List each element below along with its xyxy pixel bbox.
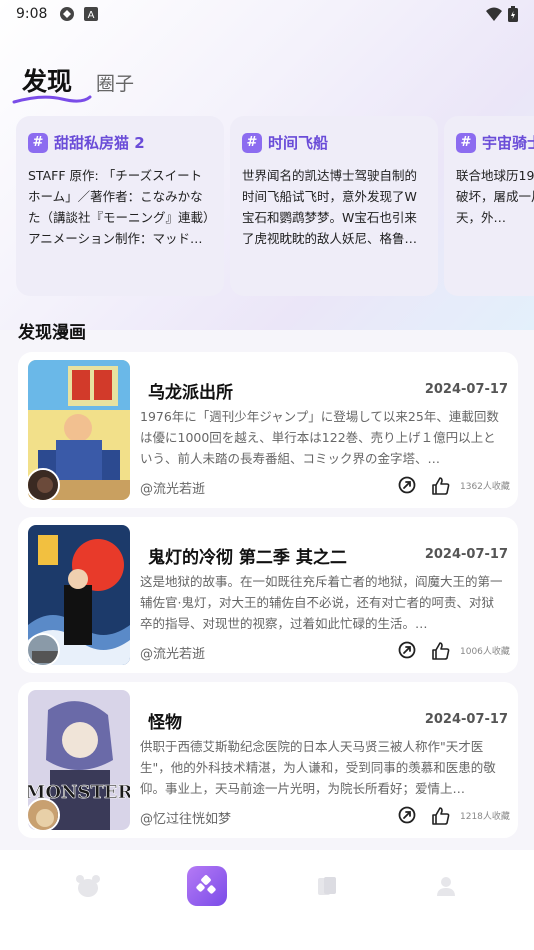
thumbs-up-icon[interactable] <box>431 806 451 826</box>
profile-icon <box>437 877 456 896</box>
share-icon[interactable] <box>398 476 416 494</box>
favorite-count: 1006人收藏 <box>460 647 510 657</box>
tab-active-underline <box>12 95 92 104</box>
nav-profile[interactable] <box>426 866 466 906</box>
comic-date: 2024-07-17 <box>424 382 508 397</box>
topic-title-text: 宇宙骑士 <box>482 134 534 152</box>
favorite-count: 1218人收藏 <box>460 812 510 822</box>
comic-description: 1976年に「週刊少年ジャンプ」に登場して以来25年、連載回数は優に1000回を… <box>140 409 499 466</box>
favorite-count: 1362人收藏 <box>460 482 510 492</box>
topic-card[interactable]: # 宇宙骑士 联合地球历19空的神秘生物大肆破坏，屠成一片火海，夕。某天，外… <box>444 116 534 296</box>
thumbs-up-icon[interactable] <box>431 641 451 661</box>
topic-card-title: # 甜甜私房猫 2 <box>28 132 212 153</box>
app-notification-icon <box>60 7 75 21</box>
svg-text:A: A <box>88 10 95 21</box>
topic-card-title: # 宇宙骑士 <box>456 132 534 153</box>
share-icon[interactable] <box>398 806 416 824</box>
comic-author[interactable]: @流光若逝 <box>140 478 205 497</box>
tab-circle[interactable]: 圈子 <box>96 69 134 96</box>
comic-list: 乌龙派出所 2024-07-17 1976年に「週刊少年ジャンプ」に登場して以来… <box>18 352 518 847</box>
hashtag-icon: # <box>28 132 48 153</box>
comic-item[interactable]: 鬼灯的冷彻 第二季 其之二 2024-07-17 这是地狱的故事。在一如既往充斥… <box>18 517 518 673</box>
section-title: 发现漫画 <box>18 323 86 343</box>
comic-author[interactable]: @流光若逝 <box>140 643 205 662</box>
topic-description: 联合地球历19空的神秘生物大肆破坏，屠成一片火海，夕。某天，外… <box>456 168 534 225</box>
bear-icon <box>75 875 100 897</box>
comic-title[interactable]: 乌龙派出所 <box>148 378 233 403</box>
avatar[interactable] <box>26 798 60 832</box>
topic-card[interactable]: # 甜甜私房猫 2 STAFF 原作: 「チーズスイートホーム」／著作者：こなみ… <box>16 116 224 296</box>
comic-item[interactable]: MONSTER 怪物 2024-07-17 供职于西德艾斯勒纪念医院的日本人天马… <box>18 682 518 838</box>
status-time: 9:08 <box>16 6 48 22</box>
wifi-icon <box>486 7 502 21</box>
nav-discover[interactable] <box>187 866 228 906</box>
thumbs-up-icon[interactable] <box>431 476 451 496</box>
nav-home[interactable] <box>68 866 108 906</box>
nav-library[interactable] <box>307 866 347 906</box>
bottom-nav <box>0 850 534 950</box>
comic-author[interactable]: @忆过往恍如梦 <box>140 808 231 827</box>
comic-title[interactable]: 怪物 <box>148 708 182 733</box>
topic-card-title: # 时间飞船 <box>242 132 426 153</box>
topic-description: 世界闻名的凯达博士驾驶自制的时间飞船试飞时，意外发现了W宝石和鹦鹉梦梦。W宝石也… <box>242 168 418 246</box>
comic-date: 2024-07-17 <box>424 712 508 727</box>
hashtag-icon: # <box>242 132 262 153</box>
share-icon[interactable] <box>398 641 416 659</box>
comic-description: 这是地狱的故事。在一如既往充斥着亡者的地狱，阎魔大王的第一辅佐官·鬼灯，对大王的… <box>140 574 503 631</box>
top-tabs: 发现 圈子 <box>12 62 134 104</box>
comic-date: 2024-07-17 <box>424 547 508 562</box>
topic-card[interactable]: # 时间飞船 世界闻名的凯达博士驾驶自制的时间飞船试飞时，意外发现了W宝石和鹦鹉… <box>230 116 438 296</box>
avatar[interactable] <box>26 633 60 667</box>
avatar[interactable] <box>26 468 60 502</box>
topic-title-text: 时间飞船 <box>268 134 329 152</box>
comic-description: 供职于西德艾斯勒纪念医院的日本人天马贤三被人称作"天才医生"，他的外科技术精湛，… <box>140 739 496 796</box>
alert-notification-icon: A <box>84 7 99 21</box>
status-bar: 9:08 A <box>0 0 534 28</box>
tab-discover[interactable]: 发现 <box>12 62 92 104</box>
comic-item[interactable]: 乌龙派出所 2024-07-17 1976年に「週刊少年ジャンプ」に登場して以来… <box>18 352 518 508</box>
comic-title[interactable]: 鬼灯的冷彻 第二季 其之二 <box>148 543 347 568</box>
hashtag-icon: # <box>456 132 476 153</box>
topic-title-text: 甜甜私房猫 2 <box>54 134 145 152</box>
topic-carousel[interactable]: # 甜甜私房猫 2 STAFF 原作: 「チーズスイートホーム」／著作者：こなみ… <box>16 116 534 300</box>
battery-icon <box>508 6 518 22</box>
discover-icon <box>196 875 216 894</box>
topic-description: STAFF 原作: 「チーズスイートホーム」／著作者：こなみかなた（講談社『モー… <box>28 168 210 246</box>
cards-icon <box>317 877 336 895</box>
